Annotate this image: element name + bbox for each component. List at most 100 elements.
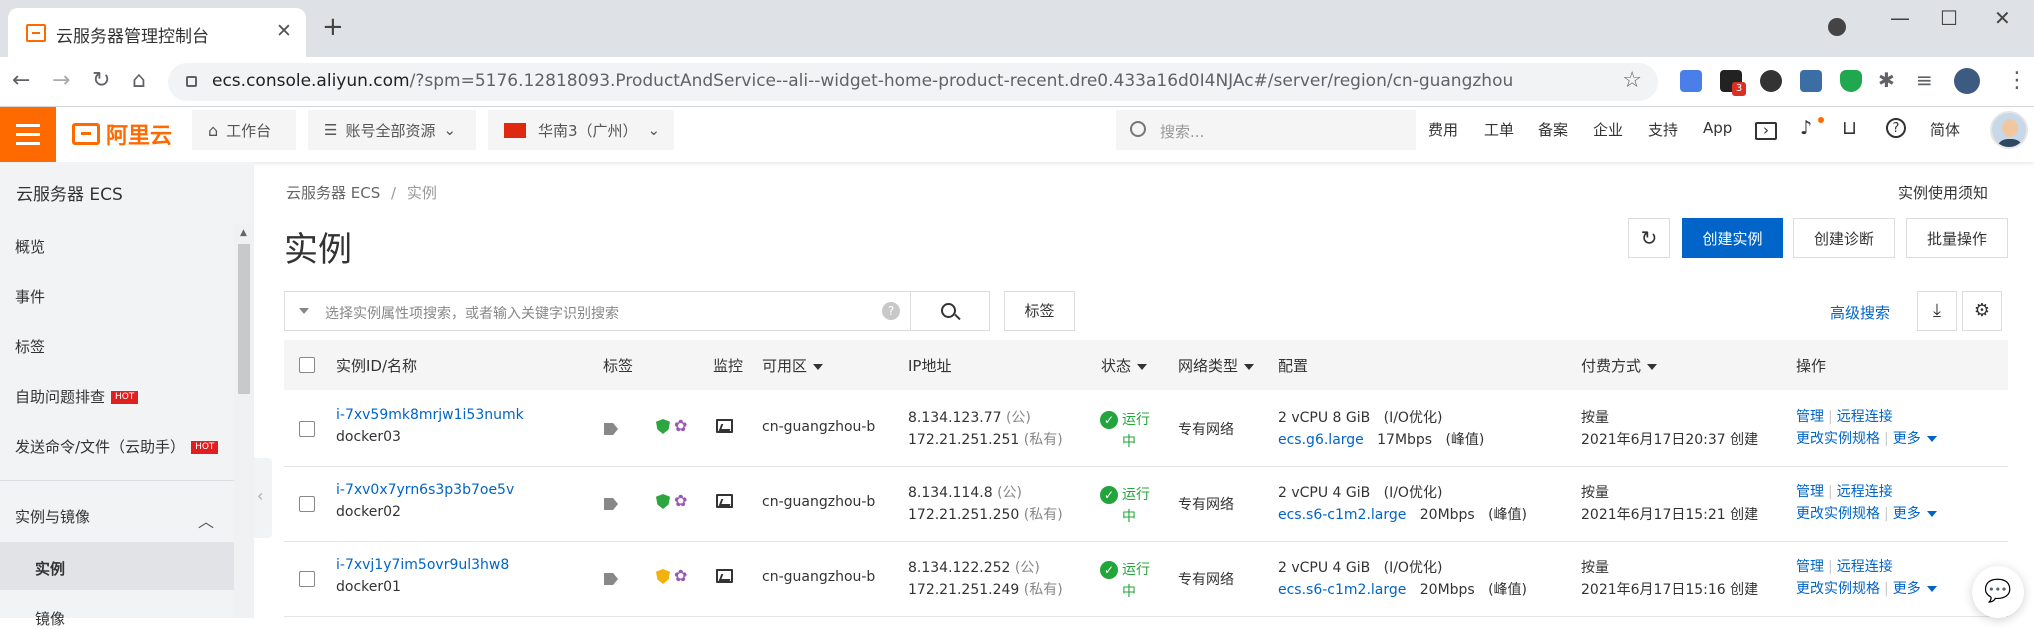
create-instance-button[interactable]: 创建实例: [1682, 218, 1783, 258]
hamburger-menu-icon[interactable]: [0, 107, 56, 162]
more-actions-link[interactable]: 更多: [1893, 581, 1921, 597]
manage-link[interactable]: 管理: [1796, 559, 1824, 575]
chat-support-icon[interactable]: 💬: [1972, 566, 2024, 618]
window-close-icon[interactable]: ✕: [1994, 6, 2011, 30]
sidebar-item-events[interactable]: 事件: [15, 286, 45, 307]
row-checkbox[interactable]: [299, 421, 315, 437]
workbench-button[interactable]: ⌂ 工作台: [192, 110, 296, 150]
instance-id-link[interactable]: i-7xv59mk8mrjw1i53numk: [336, 407, 524, 423]
nav-link-tickets[interactable]: 工单: [1484, 119, 1514, 140]
resource-group-dropdown[interactable]: ☰ 账号全部资源 ⌄: [308, 110, 476, 150]
bookmark-star-icon[interactable]: ☆: [1622, 68, 1642, 93]
minimize-icon[interactable]: —: [1890, 6, 1910, 30]
chevron-up-icon[interactable]: ︿: [198, 508, 214, 532]
select-all-checkbox[interactable]: [299, 357, 315, 373]
sidebar-item-images[interactable]: 镜像: [35, 608, 65, 629]
profile-avatar-icon[interactable]: [1954, 68, 1980, 94]
shield-extension-icon[interactable]: [1840, 70, 1862, 92]
scroll-up-icon[interactable]: ▲: [240, 228, 247, 238]
batch-operation-button[interactable]: 批量操作: [1906, 218, 2008, 258]
sidebar-item-instances[interactable]: 实例: [35, 558, 65, 579]
url-bar[interactable]: ecs.console.aliyun.com/?spm=5176.1281809…: [168, 63, 1658, 101]
instance-type-link[interactable]: ecs.g6.large: [1278, 432, 1364, 448]
close-tab-icon[interactable]: ✕: [276, 20, 292, 42]
col-header-status[interactable]: 状态: [1101, 355, 1148, 376]
search-button[interactable]: [910, 291, 990, 331]
tag-icon[interactable]: [604, 573, 618, 585]
nav-link-support[interactable]: 支持: [1648, 119, 1678, 140]
glasses-extension-icon[interactable]: [1760, 70, 1782, 92]
more-actions-link[interactable]: 更多: [1893, 431, 1921, 447]
security-shield-icon[interactable]: [656, 569, 670, 584]
cloud-shell-icon[interactable]: ›: [1755, 122, 1777, 140]
help-icon[interactable]: ?: [1886, 118, 1906, 138]
monitor-chart-icon[interactable]: [716, 569, 733, 583]
help-icon[interactable]: ?: [882, 302, 900, 320]
settings-gear-icon[interactable]: ⚙: [1962, 291, 2002, 331]
sidebar-item-cloud-assistant[interactable]: 发送命令/文件（云助手） HOT: [15, 436, 219, 457]
extensions-puzzle-icon[interactable]: ✱: [1878, 70, 1895, 90]
sidebar-scroll-thumb[interactable]: [238, 244, 250, 394]
remote-connect-link[interactable]: 远程连接: [1837, 484, 1893, 500]
security-shield-icon[interactable]: [656, 494, 670, 509]
monitor-chart-icon[interactable]: [716, 419, 733, 433]
more-actions-link[interactable]: 更多: [1893, 506, 1921, 522]
instance-filter-input[interactable]: 选择实例属性项搜索，或者输入关键字识别搜索 ?: [284, 291, 911, 331]
nav-link-enterprise[interactable]: 企业: [1593, 119, 1623, 140]
browser-menu-icon[interactable]: ⋮: [2006, 70, 2028, 92]
remote-connect-link[interactable]: 远程连接: [1837, 559, 1893, 575]
translate-extension-icon[interactable]: [1680, 70, 1702, 92]
breadcrumb-root[interactable]: 云服务器 ECS: [286, 184, 380, 202]
forward-icon[interactable]: →: [52, 70, 70, 92]
row-checkbox[interactable]: [299, 571, 315, 587]
aliyun-logo[interactable]: 阿里云: [72, 119, 172, 149]
filter-dropdown-icon[interactable]: [299, 308, 309, 314]
user-avatar[interactable]: [1990, 111, 2028, 149]
home-icon[interactable]: ⌂: [132, 70, 146, 92]
tag-filter-button[interactable]: 标签: [1004, 291, 1075, 331]
instance-id-link[interactable]: i-7xv0x7yrn6s3p3b7oe5v: [336, 482, 514, 498]
instance-type-link[interactable]: ecs.s6-c1m2.large: [1278, 582, 1406, 598]
manage-link[interactable]: 管理: [1796, 484, 1824, 500]
maximize-icon[interactable]: ☐: [1940, 6, 1958, 30]
profile-dropdown-icon[interactable]: [1828, 18, 1846, 36]
cloud-assistant-icon[interactable]: ✿: [674, 568, 687, 584]
change-spec-link[interactable]: 更改实例规格: [1796, 581, 1880, 597]
bookmark-extension-icon[interactable]: [1800, 70, 1822, 92]
instance-id-link[interactable]: i-7xvj1y7im5ovr9ul3hw8: [336, 557, 509, 573]
refresh-button[interactable]: ↻: [1628, 218, 1670, 258]
col-header-zone[interactable]: 可用区: [762, 355, 824, 376]
console-search-input[interactable]: 搜索...: [1116, 110, 1416, 150]
sidebar-item-troubleshoot[interactable]: 自助问题排查 HOT: [15, 386, 139, 407]
cloud-assistant-icon[interactable]: ✿: [674, 493, 687, 509]
browser-tab[interactable]: 云服务器管理控制台 ✕: [8, 8, 306, 57]
tag-icon[interactable]: [604, 423, 618, 435]
download-icon[interactable]: ⤓: [1917, 291, 1957, 331]
reload-icon[interactable]: ↻: [92, 70, 110, 92]
create-diagnosis-button[interactable]: 创建诊断: [1793, 218, 1895, 258]
change-spec-link[interactable]: 更改实例规格: [1796, 431, 1880, 447]
language-switch[interactable]: 简体: [1930, 119, 1960, 140]
sidebar-item-overview[interactable]: 概览: [15, 236, 45, 257]
new-tab-icon[interactable]: +: [322, 14, 344, 40]
remote-connect-link[interactable]: 远程连接: [1837, 409, 1893, 425]
tag-icon[interactable]: [604, 498, 618, 510]
nav-link-icp[interactable]: 备案: [1538, 119, 1568, 140]
sidebar-item-tags[interactable]: 标签: [15, 336, 45, 357]
col-header-billing[interactable]: 付费方式: [1581, 355, 1658, 376]
media-queue-icon[interactable]: ≡: [1916, 70, 1933, 90]
sidebar-collapse-handle[interactable]: ‹: [254, 458, 272, 538]
region-dropdown[interactable]: 华南3（广州） ⌄: [488, 110, 674, 150]
sidebar-scrollbar[interactable]: ▲: [234, 224, 254, 618]
col-header-network[interactable]: 网络类型: [1178, 355, 1255, 376]
row-checkbox[interactable]: [299, 496, 315, 512]
cart-icon[interactable]: ⊔: [1842, 117, 1857, 139]
cloud-assistant-icon[interactable]: ✿: [674, 418, 687, 434]
nav-link-billing[interactable]: 费用: [1428, 119, 1458, 140]
notification-bell-icon[interactable]: ♪: [1800, 117, 1812, 139]
nav-link-app[interactable]: App: [1703, 119, 1732, 137]
instance-type-link[interactable]: ecs.s6-c1m2.large: [1278, 507, 1406, 523]
manage-link[interactable]: 管理: [1796, 409, 1824, 425]
back-icon[interactable]: ←: [12, 70, 30, 92]
extension-icon[interactable]: 3: [1720, 70, 1746, 96]
